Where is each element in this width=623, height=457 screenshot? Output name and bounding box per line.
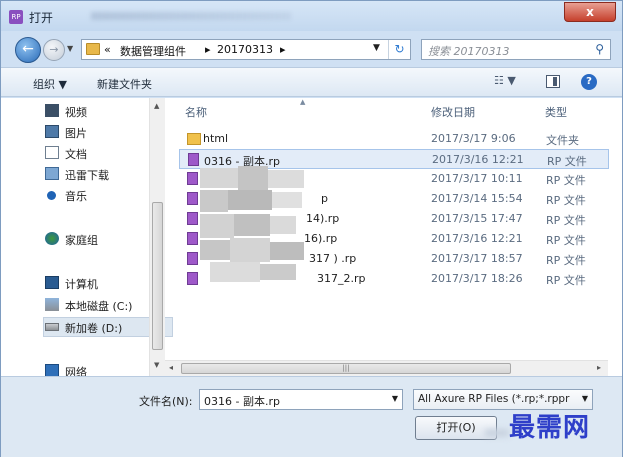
file-modified: 2017/3/16 12:21 — [431, 232, 523, 245]
nav-item-label: 迅雷下载 — [65, 169, 109, 182]
nav-item-label: 视频 — [65, 106, 87, 119]
nav-pane-scrollbar[interactable]: ▲ ▼ — [149, 98, 165, 376]
filename-label: 文件名(N): — [139, 395, 193, 408]
search-icon[interactable]: ⚲ — [595, 42, 604, 56]
breadcrumb-item[interactable]: 20170313 — [217, 43, 273, 56]
rp-file-icon — [187, 232, 198, 245]
rp-file-icon — [187, 172, 198, 185]
breadcrumb-separator[interactable]: ▸ — [280, 43, 286, 56]
file-modified: 2017/3/16 12:21 — [432, 153, 524, 166]
address-bar[interactable]: « 数据管理组件 ▸ 20170313 ▸ ▼ ↻ — [81, 39, 411, 60]
nav-item-label: 音乐 — [65, 190, 87, 203]
file-row[interactable]: html 2017/3/17 9:06 文件夹 — [179, 129, 609, 149]
history-dropdown-icon[interactable]: ▼ — [67, 44, 73, 53]
scrollbar-thumb[interactable] — [152, 202, 163, 350]
close-button[interactable]: x — [564, 2, 616, 22]
nav-item-label: 文档 — [65, 148, 87, 161]
file-modified: 2017/3/17 9:06 — [431, 132, 516, 145]
download-folder-icon — [45, 167, 59, 180]
command-toolbar: 组织 ▼ 新建文件夹 ☷ ▼ ? — [1, 67, 622, 97]
local-disk-icon — [45, 298, 59, 311]
drive-icon — [45, 323, 59, 331]
column-header-type[interactable]: 类型 — [545, 104, 567, 120]
breadcrumb-overflow[interactable]: « — [104, 43, 111, 56]
change-view-icon[interactable]: ☷ ▼ — [494, 74, 522, 90]
nav-item-label: 家庭组 — [65, 234, 98, 247]
refresh-icon[interactable]: ↻ — [388, 40, 410, 59]
sort-ascending-icon: ▲ — [300, 98, 306, 106]
file-type-filter-value: All Axure RP Files (*.rp;*.rppr — [418, 393, 570, 405]
navigation-pane: 视频 图片 文档 迅雷下载 音乐 家庭组 计算机 本地磁盘 (C:) 新加卷 (… — [1, 98, 173, 379]
open-file-dialog: RP 打开 x ← → ▼ « 数据管理组件 ▸ 20170313 ▸ ▼ ↻ … — [0, 0, 623, 457]
file-type: RP 文件 — [546, 234, 586, 247]
file-list: ▲ 名称 修改日期 类型 html 2017/3/17 9:06 文件夹 031… — [165, 98, 622, 376]
help-icon[interactable]: ? — [581, 74, 597, 90]
filename-input[interactable]: 0316 - 副本.rp ▼ — [199, 389, 403, 410]
file-modified: 2017/3/17 10:11 — [431, 172, 523, 185]
filename-dropdown-icon[interactable]: ▼ — [392, 394, 398, 403]
search-placeholder: 搜索 20170313 — [428, 45, 510, 58]
preview-pane-icon[interactable] — [546, 75, 560, 88]
music-library-icon — [47, 191, 56, 200]
scroll-right-icon[interactable]: ▸ — [597, 363, 601, 372]
nav-item-label: 新加卷 (D:) — [65, 322, 123, 335]
axure-app-icon: RP — [9, 10, 23, 24]
column-header-name[interactable]: 名称 — [185, 104, 207, 120]
folder-icon — [187, 133, 201, 145]
file-type: RP 文件 — [546, 254, 586, 267]
filter-dropdown-icon[interactable]: ▼ — [581, 394, 588, 403]
file-name: html — [203, 132, 229, 145]
file-list-horizontal-scrollbar[interactable]: ◂ ||| ▸ — [165, 360, 608, 376]
nav-item-label: 计算机 — [65, 278, 98, 291]
file-modified: 2017/3/17 18:57 — [431, 252, 523, 265]
search-input[interactable]: 搜索 20170313 ⚲ — [421, 39, 611, 60]
folder-icon — [86, 43, 100, 55]
scroll-down-icon[interactable]: ▼ — [154, 361, 159, 369]
nav-item-label: 图片 — [65, 127, 87, 140]
file-type: RP 文件 — [546, 274, 586, 287]
dialog-footer: 文件名(N): 0316 - 副本.rp ▼ All Axure RP File… — [1, 376, 622, 457]
rp-file-icon — [187, 272, 198, 285]
back-button[interactable]: ← — [15, 37, 41, 63]
file-type: RP 文件 — [547, 155, 587, 168]
rp-file-icon — [187, 192, 198, 205]
file-modified: 2017/3/17 18:26 — [431, 272, 523, 285]
pixelated-redaction — [200, 166, 320, 284]
organize-button[interactable]: 组织 ▼ — [33, 76, 67, 92]
scrollbar-thumb[interactable]: ||| — [181, 363, 511, 374]
homegroup-icon — [45, 232, 59, 245]
breadcrumb-separator[interactable]: ▸ — [205, 43, 211, 56]
nav-item-label: 本地磁盘 (C:) — [65, 300, 133, 313]
file-type: RP 文件 — [546, 174, 586, 187]
window-title: 打开 — [29, 11, 54, 25]
file-modified: 2017/3/14 15:54 — [431, 192, 523, 205]
file-type: RP 文件 — [546, 214, 586, 227]
column-header-modified[interactable]: 修改日期 — [431, 104, 475, 120]
computer-icon — [45, 276, 59, 289]
address-dropdown-icon[interactable]: ▼ — [373, 43, 380, 53]
file-name: 317_2.rp — [317, 272, 366, 285]
scroll-up-icon[interactable]: ▲ — [154, 102, 159, 110]
forward-button[interactable]: → — [43, 39, 65, 61]
rp-file-icon — [187, 212, 198, 225]
blurred-title-area — [91, 12, 291, 20]
scroll-left-icon[interactable]: ◂ — [169, 363, 173, 372]
blurred-area — [485, 429, 509, 437]
rp-file-icon — [187, 252, 198, 265]
site-watermark: 最需网 — [509, 413, 591, 443]
filename-value: 0316 - 副本.rp — [204, 395, 280, 408]
file-modified: 2017/3/15 17:47 — [431, 212, 523, 225]
documents-library-icon — [45, 146, 59, 159]
video-library-icon — [45, 104, 59, 117]
breadcrumb-item[interactable]: 数据管理组件 — [120, 43, 186, 59]
content-area: 视频 图片 文档 迅雷下载 音乐 家庭组 计算机 本地磁盘 (C:) 新加卷 (… — [1, 98, 622, 379]
pictures-library-icon — [45, 125, 59, 138]
file-type: 文件夹 — [546, 134, 579, 147]
title-bar[interactable]: RP 打开 x — [1, 1, 622, 31]
file-name: p — [321, 192, 328, 205]
rp-file-icon — [188, 153, 199, 166]
file-type: RP 文件 — [546, 194, 586, 207]
navigation-bar: ← → ▼ « 数据管理组件 ▸ 20170313 ▸ ▼ ↻ 搜索 20170… — [1, 35, 622, 63]
new-folder-button[interactable]: 新建文件夹 — [97, 76, 152, 92]
